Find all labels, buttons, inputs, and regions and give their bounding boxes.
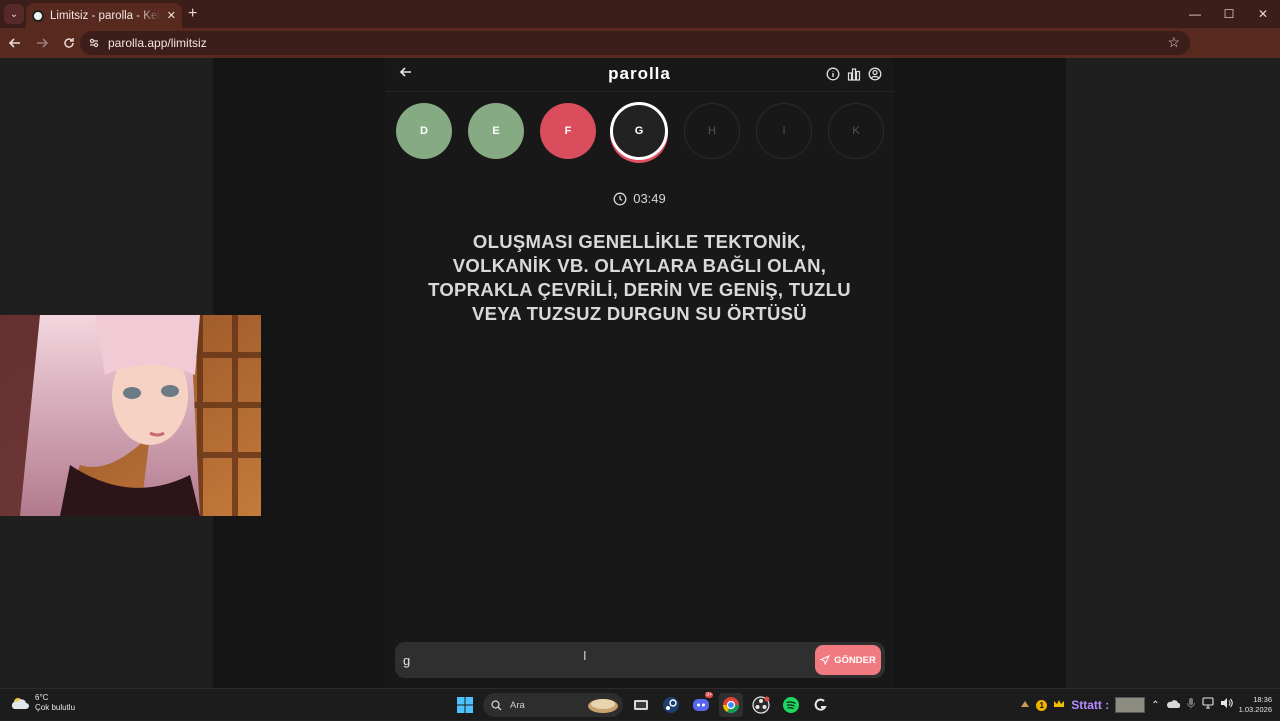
obs-icon[interactable] [749, 693, 773, 717]
letter-circle-k: K [828, 103, 884, 159]
weather-desc: Çok bulutlu [35, 703, 76, 712]
site-settings-icon[interactable] [88, 37, 100, 49]
weather-widget[interactable]: 6°C Çok bulutlu [10, 693, 75, 713]
app-logo: parolla [608, 64, 671, 83]
search-icon [491, 699, 502, 710]
stats-icon[interactable] [847, 67, 861, 81]
new-tab-button[interactable]: + [188, 6, 197, 22]
answer-bar: I GÖNDER [395, 642, 885, 678]
taskbar-search[interactable]: Ara [483, 693, 623, 717]
arrow-left-icon [8, 38, 20, 48]
right-gutter [894, 58, 1066, 688]
browser-tab-active[interactable]: Limitsiz - parolla - Kelime oyunu ✕ [26, 3, 182, 28]
system-clock[interactable]: 18:36 1.03.2026 [1239, 695, 1272, 715]
microphone-icon[interactable] [1186, 696, 1196, 714]
app-header: parolla [385, 58, 894, 92]
clock-date: 1.03.2026 [1238, 705, 1272, 714]
os-taskbar: 6°C Çok bulutlu Ara 9+ 1 Sttatt : ⌃ 18:3… [0, 688, 1280, 720]
tab-title: Limitsiz - parolla - Kelime oyunu [50, 9, 161, 22]
search-placeholder: Ara [510, 699, 525, 711]
clock-icon [613, 192, 627, 205]
task-view-icon[interactable] [629, 693, 653, 717]
url-text: parolla.app/limitsiz [108, 36, 207, 50]
clock-time: 18:36 [1253, 695, 1272, 704]
letter-circle-i: I [756, 103, 812, 159]
browser-toolbar: parolla.app/limitsiz ☆ M ⋮ [0, 28, 1280, 79]
timer-value: 03:49 [633, 191, 666, 206]
send-button-label: GÖNDER [834, 654, 876, 666]
text-cursor-icon: I [583, 648, 587, 663]
user-icon[interactable] [868, 67, 882, 81]
send-icon [820, 655, 831, 665]
spotify-icon[interactable] [779, 693, 803, 717]
browser-tab-bar: ⌄ Limitsiz - parolla - Kelime oyunu ✕ + … [0, 0, 1280, 28]
window-controls: — ☐ ✕ [1178, 0, 1280, 28]
arrow-right-icon [37, 38, 49, 48]
letter-circle-h: H [684, 103, 740, 159]
cloud-icon [11, 698, 30, 709]
tab-close-icon[interactable]: ✕ [167, 9, 176, 22]
overlay-image [0, 315, 261, 516]
weather-temp: 6°C [35, 693, 49, 702]
minimize-button[interactable]: — [1178, 0, 1212, 28]
start-windows-icon[interactable] [453, 693, 477, 717]
streamer-label: Sttatt : [1071, 698, 1110, 712]
reload-button[interactable] [57, 31, 81, 55]
letter-circle-d: D [396, 103, 452, 159]
back-button[interactable] [3, 31, 27, 55]
discord-icon[interactable]: 9+ [689, 692, 713, 717]
logitech-icon[interactable] [809, 693, 833, 717]
letter-circle-e: E [468, 103, 524, 159]
favicon-icon [32, 9, 44, 22]
page-content: parolla D E F G H I K 03:49 OLUŞMASI GEN… [0, 58, 1280, 688]
network-icon[interactable] [1202, 696, 1214, 714]
anime-character-image [0, 315, 261, 516]
tray-badge: 1 [1036, 699, 1048, 711]
onedrive-cloud-icon[interactable] [1166, 696, 1181, 714]
taskbar-apps: Ara 9+ [453, 692, 833, 717]
header-actions [826, 67, 882, 81]
volume-icon[interactable] [1220, 696, 1233, 714]
address-bar[interactable]: parolla.app/limitsiz ☆ [80, 31, 1190, 55]
forward-button[interactable] [30, 31, 54, 55]
letter-circle-f: F [540, 103, 596, 159]
system-tray: 1 Sttatt : ⌃ 18:36 1.03.2026 [1020, 689, 1280, 721]
tab-search-button[interactable]: ⌄ [4, 4, 24, 24]
letter-progress: D E F G H I K [396, 102, 886, 163]
tray-thumbnail [1115, 697, 1146, 713]
steam-icon[interactable] [659, 693, 683, 717]
info-icon[interactable] [826, 67, 840, 81]
answer-input[interactable] [403, 646, 803, 674]
question-clue: OLUŞMASI GENELLİKLE TEKTONİK, VOLKANİK V… [428, 231, 851, 324]
chrome-icon[interactable] [719, 693, 743, 717]
search-highlight-icon [588, 699, 618, 713]
reload-icon [64, 38, 74, 48]
discord-badge: 9+ [705, 692, 713, 698]
chevron-up-icon[interactable]: ⌃ [1151, 700, 1159, 711]
countdown-timer: 03:49 [385, 191, 894, 206]
letter-circle-g-current: G [610, 102, 668, 160]
crown-icon [1053, 696, 1065, 714]
bookmark-star-icon[interactable]: ☆ [1167, 34, 1180, 51]
tray-game-icon[interactable] [1020, 696, 1030, 714]
send-button[interactable]: GÖNDER [815, 645, 881, 675]
close-window-button[interactable]: ✕ [1246, 0, 1280, 28]
game-panel: parolla D E F G H I K 03:49 OLUŞMASI GEN… [385, 58, 894, 688]
maximize-button[interactable]: ☐ [1212, 0, 1246, 28]
